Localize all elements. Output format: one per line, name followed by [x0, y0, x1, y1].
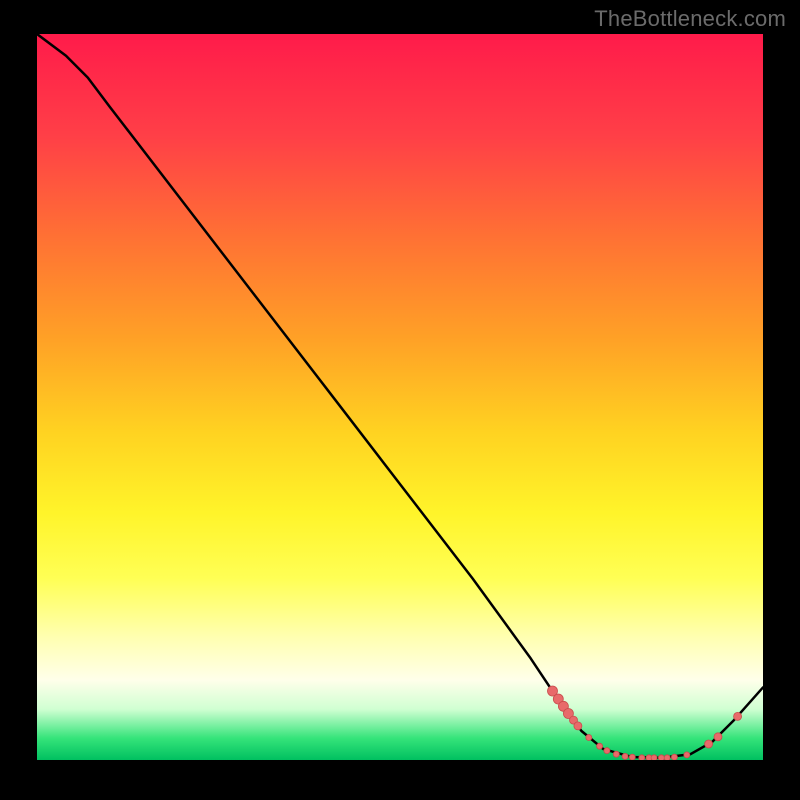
chart-svg [37, 34, 763, 760]
data-marker [664, 755, 670, 760]
data-marker [597, 743, 603, 749]
data-marker [604, 748, 610, 754]
data-marker [629, 754, 635, 760]
data-marker [684, 752, 690, 758]
plot-area [37, 34, 763, 760]
data-marker [671, 754, 677, 760]
data-marker [705, 740, 713, 748]
data-marker [639, 755, 645, 760]
curve-line [37, 34, 763, 758]
chart-container: TheBottleneck.com [0, 0, 800, 800]
data-marker [734, 712, 742, 720]
data-marker [586, 735, 592, 741]
data-marker [658, 755, 664, 760]
bottleneck-curve [37, 34, 763, 758]
data-marker [714, 733, 722, 741]
attribution-text: TheBottleneck.com [594, 6, 786, 32]
data-marker [574, 722, 582, 730]
data-marker [613, 751, 619, 757]
data-markers [548, 686, 742, 760]
data-marker [651, 755, 657, 760]
data-marker [622, 753, 628, 759]
